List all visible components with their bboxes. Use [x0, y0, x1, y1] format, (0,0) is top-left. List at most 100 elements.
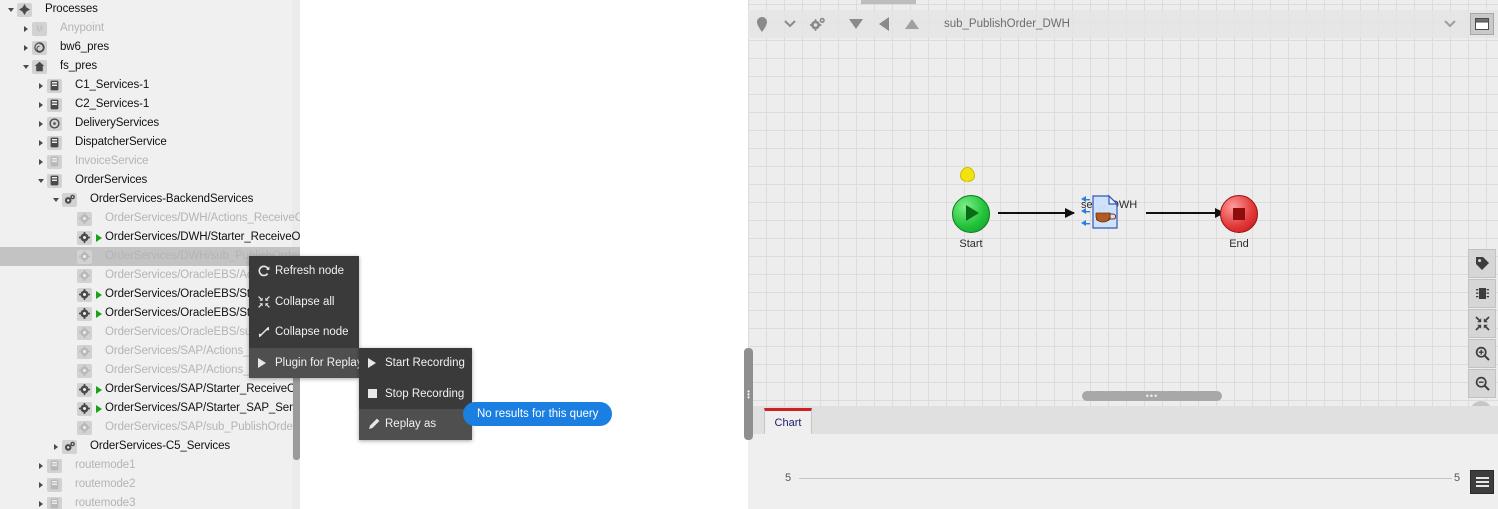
panel-splitter-handle[interactable]: • • •: [744, 348, 753, 440]
tree-item[interactable]: DeliveryServices: [0, 114, 300, 133]
pencil-icon: [368, 418, 385, 430]
menu-item-label: Start Recording: [385, 357, 465, 370]
tree-item-label: Processes: [45, 3, 98, 15]
end-event-icon: [1220, 195, 1258, 233]
process-tree-panel[interactable]: Processes M Anypoint bw6_pres fs_pres C1_Serv…: [0, 0, 301, 509]
diagram-node-start[interactable]: Start: [952, 195, 990, 250]
gear-icon: [77, 230, 92, 245]
tree-item[interactable]: routemode3: [0, 494, 300, 509]
zoom-out-icon[interactable]: [1468, 369, 1496, 398]
server-icon: [47, 97, 62, 112]
tree-item[interactable]: C1_Services-1: [0, 76, 300, 95]
tree-item[interactable]: routemode1: [0, 456, 300, 475]
tree-twisty-closed-icon[interactable]: [36, 456, 45, 475]
breakpoint-marker-icon: [960, 167, 975, 183]
gear-icon: [77, 363, 92, 378]
menu-item[interactable]: Refresh node: [249, 256, 359, 287]
node-label: End: [1229, 238, 1249, 250]
tree-twisty-closed-icon[interactable]: [36, 152, 45, 171]
context-menu[interactable]: Refresh node Collapse all Collapse node Plu…: [249, 256, 363, 379]
flow-arrow: [1146, 208, 1225, 218]
tree-twisty-none-icon: [66, 247, 75, 266]
tree-twisty-none-icon: [66, 380, 75, 399]
tree-item[interactable]: OrderServices: [0, 171, 300, 190]
tree-twisty-open-icon[interactable]: [6, 0, 15, 19]
tree-twisty-closed-icon[interactable]: [36, 133, 45, 152]
gear-icon: [77, 211, 92, 226]
tree-twisty-open-icon[interactable]: [51, 190, 60, 209]
tree-twisty-closed-icon[interactable]: [51, 437, 60, 456]
tree-item-label: bw6_pres: [60, 41, 110, 53]
tab-chart[interactable]: Chart: [764, 408, 812, 434]
tree-item[interactable]: OrderServices-C5_Services: [0, 437, 300, 456]
tree-item-label: OrderServices/OracleEBS/sub_: [105, 326, 264, 338]
home-icon: [32, 59, 47, 74]
tree-item-label: OrderServices/DWH/Actions_ReceiveOrd: [105, 212, 301, 224]
menu-item-label: Collapse all: [275, 295, 335, 308]
collapse-node-icon: [258, 326, 275, 338]
collapse-icon[interactable]: [1468, 309, 1496, 338]
menu-item[interactable]: Start Recording: [359, 348, 472, 379]
horizontal-drag-handle[interactable]: •••: [1082, 391, 1222, 401]
tree-twisty-none-icon: [66, 209, 75, 228]
spiral-icon: [32, 40, 47, 55]
tree-twisty-none-icon: [66, 361, 75, 380]
tree-item[interactable]: OrderServices/DWH/Starter_ReceiveOrd: [0, 228, 300, 247]
chart-plot-area[interactable]: 5 5: [748, 434, 1498, 509]
diamond-icon: [17, 2, 32, 17]
menu-item[interactable]: Collapse node: [249, 317, 359, 348]
tag-icon[interactable]: [1468, 249, 1496, 278]
tree-twisty-closed-icon[interactable]: [36, 114, 45, 133]
menu-item[interactable]: Stop Recording: [359, 379, 472, 410]
tree-twisty-closed-icon[interactable]: [36, 76, 45, 95]
gear-icon: [77, 287, 92, 302]
menu-item[interactable]: Replay as: [359, 409, 472, 440]
menu-item[interactable]: Plugin for Replay: [249, 347, 363, 379]
server-icon: [47, 496, 62, 509]
diagram-node-send-dwh[interactable]: send_DWH: [1081, 194, 1137, 229]
tree-item[interactable]: InvoiceService: [0, 152, 300, 171]
tree-item[interactable]: OrderServices/SAP/Starter_SAP_SendO: [0, 399, 300, 418]
process-tree: Processes M Anypoint bw6_pres fs_pres C1_Serv…: [0, 0, 300, 509]
tree-twisty-none-icon: [66, 342, 75, 361]
tree-item-label: routemode1: [75, 459, 136, 471]
tree-twisty-open-icon[interactable]: [21, 57, 30, 76]
list-menu-icon[interactable]: [1470, 470, 1494, 494]
gear-icon: [77, 420, 92, 435]
tree-item[interactable]: DispatcherService: [0, 133, 300, 152]
tree-item[interactable]: M Anypoint: [0, 19, 300, 38]
zoom-in-icon[interactable]: [1468, 339, 1496, 368]
tree-item[interactable]: OrderServices-BackendServices: [0, 190, 300, 209]
tree-item[interactable]: OrderServices/SAP/Starter_ReceiveOrd: [0, 380, 300, 399]
tree-item-label: routemode3: [75, 497, 136, 509]
tree-item[interactable]: routemode2: [0, 475, 300, 494]
tree-item[interactable]: Processes: [0, 0, 300, 19]
chip-icon[interactable]: [1468, 279, 1496, 308]
menu-item-label: Replay as: [385, 418, 437, 431]
tree-item[interactable]: OrderServices/DWH/Actions_ReceiveOrd: [0, 209, 300, 228]
tree-item[interactable]: OrderServices/SAP/sub_PublishOrder_S: [0, 418, 300, 437]
tree-item[interactable]: bw6_pres: [0, 38, 300, 57]
tree-twisty-none-icon: [66, 418, 75, 437]
tree-item-label: DeliveryServices: [75, 117, 160, 129]
tree-item-label: C2_Services-1: [75, 98, 150, 110]
refresh-icon: [258, 265, 275, 277]
chart-y-tick-left: 5: [785, 472, 792, 484]
tree-scrollbar-thumb[interactable]: [293, 372, 300, 460]
tree-twisty-closed-icon[interactable]: [21, 19, 30, 38]
gear-icon: [77, 382, 92, 397]
diagram-node-end[interactable]: End: [1220, 195, 1258, 250]
bpm-diagram[interactable]: Start End: [748, 0, 1498, 400]
menu-item[interactable]: Collapse all: [249, 287, 359, 318]
tree-item[interactable]: C2_Services-1: [0, 95, 300, 114]
tree-twisty-closed-icon[interactable]: [36, 494, 45, 509]
tree-twisty-closed-icon[interactable]: [36, 95, 45, 114]
context-submenu-plugin-for-replay[interactable]: Start Recording Stop Recording Replay as: [359, 348, 472, 440]
tree-twisty-closed-icon[interactable]: [36, 475, 45, 494]
menu-item-label: Stop Recording: [385, 387, 465, 400]
tree-twisty-closed-icon[interactable]: [21, 38, 30, 57]
running-indicator-icon: [96, 309, 102, 318]
tree-item[interactable]: fs_pres: [0, 57, 300, 76]
tree-twisty-open-icon[interactable]: [36, 171, 45, 190]
menu-item-label: Collapse node: [275, 326, 349, 339]
